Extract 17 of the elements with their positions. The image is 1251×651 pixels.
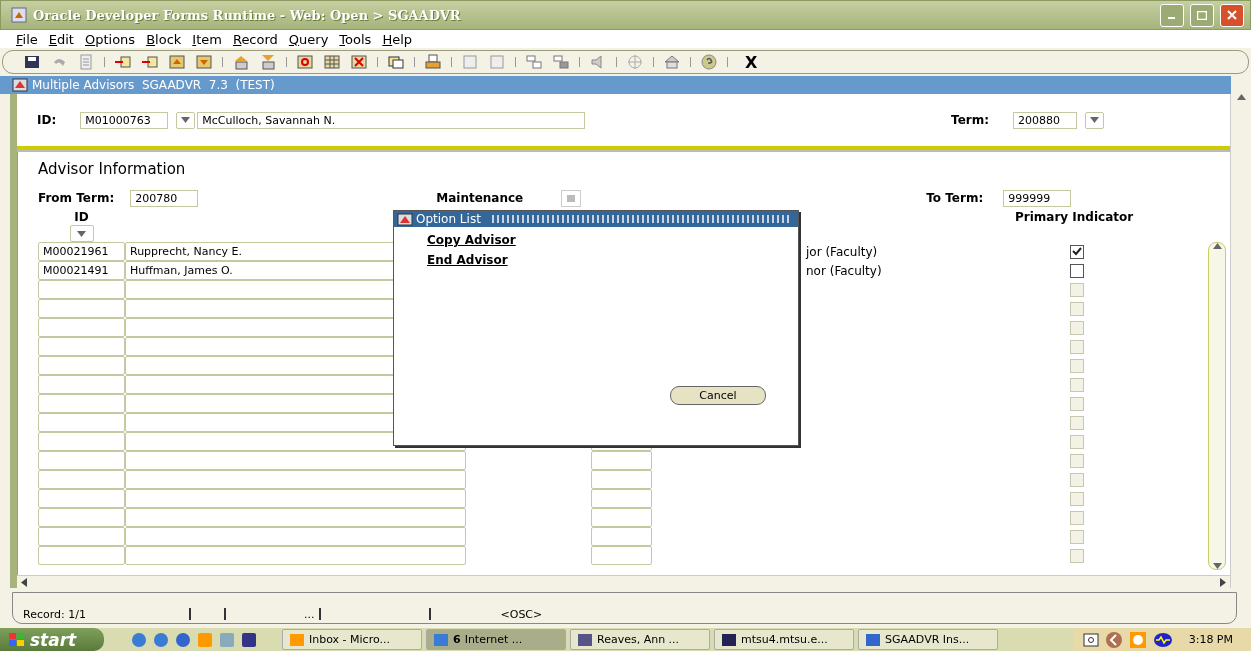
column-header: ID [74,210,89,224]
status-text: ... [304,608,316,623]
field-label: From Term: [38,191,115,205]
status-text: <OSC> [499,608,543,623]
field-label: ID: [37,113,57,127]
section-title: Advisor Information [38,160,187,178]
dialog-title: Option List [416,212,481,226]
window-title: Oracle Developer Forms Runtime - Web: Open > SGAADVR [33,7,462,23]
clock: 3:18 PM [1188,633,1233,646]
field-label: Maintenance [436,191,524,205]
field-label: Term: [951,113,989,127]
table-cell-text: nor (Faculty) [806,263,883,278]
form-title: Multiple Advisors SGAADVR 7.3 (TEST) [32,78,275,92]
record-count: Record: 1/1 [22,608,87,623]
table-cell-text: jor (Faculty) [806,244,879,259]
column-header: Primary Indicator [1015,210,1134,224]
field-label: To Term: [926,191,984,205]
